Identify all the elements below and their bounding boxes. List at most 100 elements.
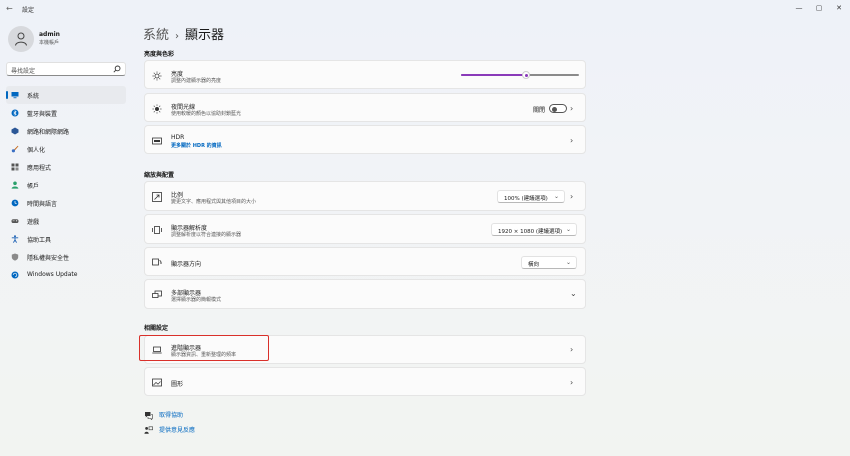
profile-name: admin <box>39 31 60 38</box>
resolution-card: 顯示器解析度 調整解析度以符合連接的顯示器 1920 × 1080 (建議選項)… <box>144 214 586 244</box>
give-feedback-label: 提供意見反應 <box>159 427 196 434</box>
get-help-label: 取得協助 <box>159 412 184 419</box>
sidebar-item-label: 藍牙與裝置 <box>27 111 58 118</box>
night-light-state: 關閉 <box>532 107 545 114</box>
graphics-icon <box>152 378 162 387</box>
sidebar-item-network[interactable]: 網路和網際網路 <box>6 122 126 140</box>
chevron-right-icon: › <box>570 345 574 354</box>
hdr-title: HDR <box>171 134 185 141</box>
multiple-displays-icon <box>152 290 162 298</box>
resolution-icon <box>152 226 162 234</box>
sidebar-item-apps[interactable]: 應用程式 <box>6 158 126 176</box>
feedback-icon <box>144 426 153 434</box>
resolution-subtitle: 調整解析度以符合連接的顯示器 <box>171 232 242 238</box>
section-heading-related: 相關設定 <box>144 325 169 332</box>
chevron-down-icon: ⌄ <box>553 193 559 200</box>
section-heading-brightness-color: 亮度與色彩 <box>144 51 175 58</box>
scale-card: 比例 變更文字、應用程式與其他項目的大小 100% (建議選項) ⌄ › <box>144 181 586 211</box>
minimize-button[interactable]: — <box>790 2 808 14</box>
get-help-link[interactable]: 取得協助 <box>144 410 183 420</box>
orientation-title: 顯示器方向 <box>171 261 202 268</box>
brightness-slider[interactable] <box>461 71 579 79</box>
profile-account-type: 本機帳戶 <box>39 40 60 46</box>
chevron-down-icon: ⌄ <box>565 259 571 266</box>
page-title: 顯示器 <box>185 28 225 43</box>
brush-icon <box>11 145 19 153</box>
accessibility-icon <box>11 235 19 243</box>
graphics-card[interactable]: 圖形 › <box>144 367 586 396</box>
multiple-displays-card[interactable]: 多部顯示器 選擇顯示器的簡報模式 ⌄ <box>144 279 586 309</box>
graphics-title: 圖形 <box>171 381 184 388</box>
multiple-displays-subtitle: 選擇顯示器的簡報模式 <box>171 297 222 303</box>
chevron-right-icon: › <box>570 136 574 145</box>
night-light-card[interactable]: 夜間光線 使用較暖的顏色以協助封鎖藍光 關閉 › <box>144 93 586 122</box>
person-icon <box>11 181 19 189</box>
bluetooth-icon <box>11 109 19 117</box>
sidebar-item-label: 遊戲 <box>27 219 40 226</box>
give-feedback-link[interactable]: 提供意見反應 <box>144 425 195 435</box>
sidebar-item-gaming[interactable]: 遊戲 <box>6 212 126 230</box>
sidebar-item-label: 協助工具 <box>27 237 52 244</box>
sidebar-item-label: 個人化 <box>27 147 46 154</box>
apps-icon <box>11 163 19 171</box>
chevron-right-icon[interactable]: › <box>570 193 576 201</box>
chevron-right-icon: › <box>570 104 574 113</box>
sidebar-item-label: 時間與語言 <box>27 201 58 208</box>
hdr-more-info-link[interactable]: 更多關於 HDR 的資訊 <box>171 142 222 149</box>
sidebar-item-privacy[interactable]: 隱私權與安全性 <box>6 248 126 266</box>
hdr-icon <box>152 137 162 145</box>
avatar <box>8 26 34 52</box>
chevron-down-icon: ⌄ <box>565 226 571 233</box>
sidebar-item-accounts[interactable]: 帳戶 <box>6 176 126 194</box>
scale-dropdown-value: 100% (建議選項) <box>504 196 548 202</box>
orientation-icon <box>152 258 162 266</box>
sidebar-item-label: 網路和網際網路 <box>27 129 70 136</box>
window-title: 設定 <box>22 7 35 14</box>
close-button[interactable]: ✕ <box>830 2 848 14</box>
sidebar-item-label: 應用程式 <box>27 165 52 172</box>
chevron-down-icon: ⌄ <box>570 289 577 298</box>
search-input[interactable]: 尋找設定 <box>6 62 126 76</box>
active-indicator <box>6 91 8 99</box>
breadcrumb-separator: › <box>175 31 180 42</box>
sidebar-item-label: 帳戶 <box>27 183 40 190</box>
monitor-icon <box>11 92 19 99</box>
night-light-toggle[interactable] <box>549 104 567 113</box>
maximize-button[interactable]: ▢ <box>810 2 828 14</box>
back-arrow-icon[interactable]: ← <box>6 4 16 14</box>
title-bar: ← 設定 — ▢ ✕ <box>0 0 850 18</box>
person-icon <box>15 32 27 46</box>
sidebar-item-accessibility[interactable]: 協助工具 <box>6 230 126 248</box>
breadcrumb-parent[interactable]: 系統 <box>143 28 169 43</box>
orientation-dropdown[interactable]: 橫向 ⌄ <box>521 256 577 269</box>
brightness-slider-fill <box>461 74 526 76</box>
globe-clock-icon <box>11 199 19 207</box>
scale-dropdown[interactable]: 100% (建議選項) ⌄ <box>497 190 565 203</box>
hdr-card[interactable]: HDR 更多關於 HDR 的資訊 › <box>144 125 586 154</box>
sidebar-item-system[interactable]: 系統 <box>6 86 126 104</box>
brightness-slider-thumb[interactable] <box>522 71 530 79</box>
chevron-right-icon: › <box>570 378 574 387</box>
brightness-card: 亮度 調整內建顯示器的亮度 <box>144 60 586 89</box>
sidebar-item-label: Windows Update <box>27 271 78 278</box>
search-icon <box>113 65 121 73</box>
section-heading-scale-layout: 縮放與配置 <box>144 172 175 179</box>
highlight-box <box>139 335 269 361</box>
resolution-dropdown[interactable]: 1920 × 1080 (建議選項) ⌄ <box>491 223 577 236</box>
sidebar-item-windows-update[interactable]: Windows Update <box>6 266 126 284</box>
orientation-dropdown-value: 橫向 <box>528 262 540 268</box>
sun-icon <box>152 71 162 81</box>
gamepad-icon <box>11 219 19 223</box>
breadcrumb: 系統 › 顯示器 <box>143 24 224 43</box>
sidebar-item-label: 系統 <box>27 93 40 100</box>
sidebar-item-personalization[interactable]: 個人化 <box>6 140 126 158</box>
sidebar-item-label: 隱私權與安全性 <box>27 255 70 262</box>
sidebar-nav: 系統 藍牙與裝置 網路和網際網路 個人化 應用程式 帳戶 時間與語言 遊戲 協助… <box>6 86 126 284</box>
sidebar-item-bluetooth[interactable]: 藍牙與裝置 <box>6 104 126 122</box>
scale-subtitle: 變更文字、應用程式與其他項目的大小 <box>171 199 257 205</box>
network-icon <box>11 127 19 135</box>
scale-icon <box>152 192 162 202</box>
night-light-subtitle: 使用較暖的顏色以協助封鎖藍光 <box>171 111 242 117</box>
resolution-dropdown-value: 1920 × 1080 (建議選項) <box>498 229 563 235</box>
sidebar-item-time-language[interactable]: 時間與語言 <box>6 194 126 212</box>
